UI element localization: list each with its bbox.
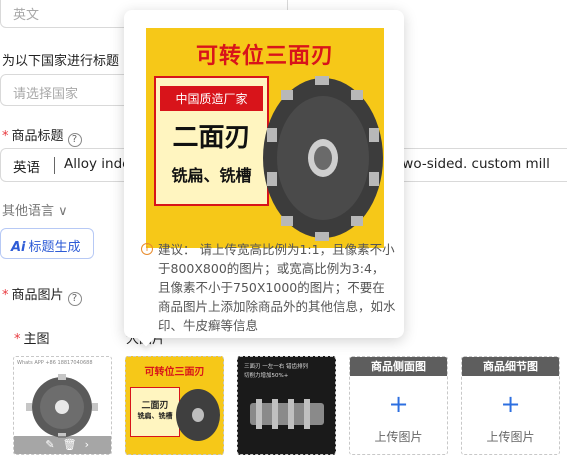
other-languages-toggle[interactable]: 其他语言 ∨: [2, 200, 68, 219]
image-preview-popover: 可转位三面刃 中国质造厂家 二面刃 铣扁、铣槽 i 建议： 请上传宽高比例为1:…: [124, 10, 404, 347]
image-slot-caption: Whats APP +86 18817040688: [17, 360, 93, 366]
title-text-start: Alloy inde: [64, 156, 131, 172]
cutter-image: [176, 389, 220, 441]
info-icon: i: [141, 243, 153, 255]
cutter-image: [263, 76, 383, 241]
plus-icon: +: [500, 390, 521, 418]
upload-tip: i 建议： 请上传宽高比例为1:1，且像素不小于800X800的图片；或宽高比例…: [141, 240, 396, 335]
preview-tag: 中国质造厂家: [160, 86, 263, 111]
image-actions[interactable]: ✎🗑›: [14, 436, 111, 454]
ai-icon: Ai: [11, 240, 26, 255]
cutter-image: [26, 374, 98, 438]
preview-image: 可转位三面刃 中国质造厂家 二面刃 铣扁、铣槽: [146, 28, 384, 248]
slot2-title: 可转位三面刃: [144, 367, 205, 378]
title-language-tag: 英语: [13, 160, 40, 176]
ai-title-generate-button[interactable]: Ai 标题生成: [0, 228, 94, 259]
side-image-header: 商品侧面图: [350, 357, 447, 376]
product-title-label: * 商品标题?: [2, 125, 82, 147]
divider: [54, 157, 55, 174]
country-input-placeholder: 请选择国家: [13, 87, 79, 102]
cutter-image: [250, 399, 324, 429]
country-label: 为以下国家进行标题: [2, 54, 120, 69]
upload-label: 上传图片: [486, 430, 535, 444]
upload-detail-image[interactable]: 商品细节图 + 上传图片: [461, 356, 560, 455]
slot3-caption: 三面刃 一左一右 错齿排列 切削力增加50%+: [244, 364, 308, 379]
image-slot-3[interactable]: 三面刃 一左一右 错齿排列 切削力增加50%+: [237, 356, 336, 455]
main-image-label: * 主图: [14, 332, 50, 347]
plus-icon: +: [388, 390, 409, 418]
title-text-end: two-sided. custom mill: [397, 156, 550, 172]
language-select-value: 英文: [13, 8, 40, 23]
help-icon[interactable]: ?: [67, 133, 82, 147]
upload-label: 上传图片: [374, 430, 423, 444]
detail-image-header: 商品细节图: [462, 357, 559, 376]
image-slot-2[interactable]: 可转位三面刃 二面刃 铣扁、铣槽: [125, 356, 224, 455]
upload-side-image[interactable]: 商品侧面图 + 上传图片: [349, 356, 448, 455]
help-icon[interactable]: ?: [67, 292, 82, 306]
image-slot-1[interactable]: Whats APP +86 18817040688 ✎🗑›: [13, 356, 112, 455]
tip-text: 建议： 请上传宽高比例为1:1，且像素不小于800X800的图片；或宽高比例为3…: [158, 242, 396, 333]
product-images-label: * 商品图片?: [2, 284, 82, 306]
